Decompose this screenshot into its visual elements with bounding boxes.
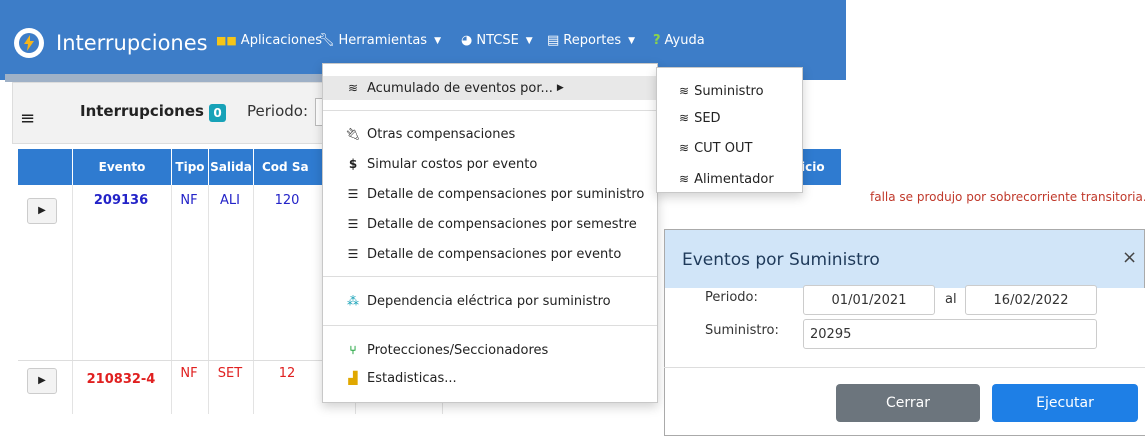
menu-item-label: Detalle de compensaciones por evento bbox=[367, 246, 622, 262]
suministro-label: Suministro: bbox=[705, 323, 779, 338]
layers-icon: ≋ bbox=[347, 81, 359, 95]
caret-right-icon: ▶ bbox=[556, 83, 564, 93]
menu-item-dependencia[interactable]: ⁂ Dependencia eléctrica por suministro bbox=[323, 289, 657, 313]
table-icon: ▤ bbox=[547, 33, 560, 48]
layers-icon: ≋ bbox=[679, 172, 690, 186]
menu-item-label: Otras compensaciones bbox=[367, 126, 516, 142]
periodo-label: Periodo: bbox=[705, 290, 758, 305]
list-icon: ☰ bbox=[347, 217, 359, 231]
caret-down-icon: ▼ bbox=[525, 35, 533, 46]
menu-item-detalle-semestre[interactable]: ☰ Detalle de compensaciones por semestre bbox=[323, 212, 657, 236]
network-icon: ⁂ bbox=[347, 294, 359, 308]
modal-footer-divider bbox=[664, 367, 1145, 368]
nav-ayuda[interactable]: ? Ayuda bbox=[653, 33, 705, 48]
cell-tipo: NF bbox=[180, 193, 198, 208]
observation-text: falla se produjo por sobrecorriente tran… bbox=[870, 190, 1145, 204]
menu-item-detalle-suministro[interactable]: ☰ Detalle de compensaciones por suminist… bbox=[323, 182, 657, 206]
page-title: Interrupciones : bbox=[80, 102, 216, 120]
nav-ayuda-label: Ayuda bbox=[664, 33, 705, 48]
nav-ntcse[interactable]: ◕ NTCSE ▼ bbox=[461, 33, 533, 48]
submenu-item-alimentador[interactable]: ≋ Alimentador bbox=[657, 164, 802, 194]
ejecutar-button[interactable]: Ejecutar bbox=[992, 384, 1138, 422]
cerrar-button[interactable]: Cerrar bbox=[836, 384, 980, 422]
al-label: al bbox=[945, 292, 957, 307]
menu-item-label: Acumulado de eventos por... bbox=[367, 80, 553, 96]
submenu-item-suministro[interactable]: ≋ Suministro bbox=[657, 76, 802, 106]
menu-item-detalle-evento[interactable]: ☰ Detalle de compensaciones por evento bbox=[323, 242, 657, 266]
app-title: Interrupciones bbox=[56, 31, 208, 55]
submenu-item-label: SED bbox=[694, 110, 721, 126]
grid-icon: ■■ bbox=[216, 34, 237, 47]
menu-item-label: Simular costos por evento bbox=[367, 156, 538, 172]
expand-row-button[interactable]: ▶ bbox=[27, 368, 57, 394]
nav-reportes[interactable]: ▤ Reportes ▼ bbox=[547, 33, 635, 48]
cell-evento[interactable]: 210832-4 bbox=[72, 372, 170, 387]
menu-item-simular-costos[interactable]: $ Simular costos por evento bbox=[323, 152, 657, 176]
hamburger-icon[interactable]: ≡ bbox=[20, 108, 35, 129]
caret-down-icon: ▼ bbox=[628, 35, 636, 46]
submenu-item-label: Alimentador bbox=[694, 171, 774, 187]
th-tipo[interactable]: Tipo bbox=[171, 149, 208, 185]
menu-divider bbox=[323, 110, 657, 111]
dollar-icon: $ bbox=[348, 157, 358, 171]
menu-item-otras-compensaciones[interactable]: 🔌︎ Otras compensaciones bbox=[323, 122, 657, 146]
count-badge: 0 bbox=[209, 104, 226, 122]
th-cod-salida[interactable]: Cod Sa bbox=[253, 149, 321, 185]
nav-aplicaciones[interactable]: ■■ Aplicaciones bbox=[216, 33, 322, 48]
menu-divider bbox=[323, 325, 657, 326]
plug-icon: 🔌︎ bbox=[345, 127, 361, 141]
cell-cod: 120 bbox=[274, 193, 300, 208]
chart-icon: ▟ bbox=[348, 371, 358, 385]
navbar-shadow bbox=[5, 74, 325, 82]
herramientas-dropdown: ≋ Acumulado de eventos por... ▶ 🔌︎ Otras… bbox=[322, 63, 658, 403]
menu-item-estadisticas[interactable]: ▟ Estadisticas... bbox=[323, 366, 657, 390]
submenu-item-label: CUT OUT bbox=[694, 140, 753, 156]
list-icon: ☰ bbox=[347, 247, 359, 261]
submenu-item-label: Suministro bbox=[694, 83, 764, 99]
dashboard-icon: ◕ bbox=[461, 33, 473, 48]
fecha-inicio-input[interactable]: 01/01/2021 bbox=[803, 285, 935, 315]
menu-item-label: Detalle de compensaciones por suministro bbox=[367, 186, 645, 202]
brand[interactable]: Interrupciones bbox=[14, 28, 208, 58]
layers-icon: ≋ bbox=[679, 111, 690, 125]
cell-tipo: NF bbox=[180, 366, 198, 381]
submenu-item-sed[interactable]: ≋ SED bbox=[657, 103, 802, 133]
cell-salida: SET bbox=[217, 366, 243, 381]
caret-down-icon: ▼ bbox=[434, 35, 441, 46]
th-evento[interactable]: Evento bbox=[72, 149, 171, 185]
menu-item-label: Detalle de compensaciones por semestre bbox=[367, 216, 637, 232]
menu-item-label: Protecciones/Seccionadores bbox=[367, 342, 549, 358]
nav-reportes-label: Reportes bbox=[563, 33, 622, 48]
cell-salida: ALI bbox=[220, 193, 240, 208]
nav-herramientas-label: Herramientas bbox=[338, 33, 428, 48]
layers-icon: ≋ bbox=[679, 84, 690, 98]
modal-title: Eventos por Suministro bbox=[682, 250, 880, 270]
submenu-item-cut-out[interactable]: ≋ CUT OUT bbox=[657, 133, 802, 163]
wrench-icon: 🔧︎ bbox=[318, 33, 335, 48]
periodo-label: Periodo: bbox=[247, 102, 309, 120]
close-icon[interactable]: × bbox=[1122, 247, 1137, 268]
cell-cod: 12 bbox=[278, 366, 296, 381]
cell-evento[interactable]: 209136 bbox=[72, 193, 170, 208]
acumulado-submenu: ≋ Suministro ≋ SED ≋ CUT OUT ≋ Alimentad… bbox=[656, 67, 803, 193]
suministro-input[interactable]: 20295 bbox=[803, 319, 1097, 349]
menu-item-label: Dependencia eléctrica por suministro bbox=[367, 293, 611, 309]
menu-item-label: Estadisticas... bbox=[367, 370, 457, 386]
nav-herramientas[interactable]: 🔧︎ Herramientas ▼ bbox=[318, 33, 441, 48]
branch-icon: ⑂ bbox=[349, 343, 357, 357]
question-icon: ? bbox=[653, 33, 661, 48]
nav-aplicaciones-label: Aplicaciones bbox=[240, 33, 323, 48]
fecha-fin-input[interactable]: 16/02/2022 bbox=[965, 285, 1097, 315]
th-inicio[interactable]: icio bbox=[801, 149, 841, 185]
nav-ntcse-label: NTCSE bbox=[476, 33, 519, 48]
expand-row-button[interactable]: ▶ bbox=[27, 198, 57, 224]
th-salida[interactable]: Salida bbox=[208, 149, 253, 185]
menu-item-acumulado[interactable]: ≋ Acumulado de eventos por... ▶ bbox=[323, 76, 657, 100]
menu-item-protecciones[interactable]: ⑂ Protecciones/Seccionadores bbox=[323, 338, 657, 362]
list-icon: ☰ bbox=[347, 187, 359, 201]
layers-icon: ≋ bbox=[679, 141, 690, 155]
menu-divider bbox=[323, 276, 657, 277]
bolt-logo-icon bbox=[14, 28, 44, 58]
